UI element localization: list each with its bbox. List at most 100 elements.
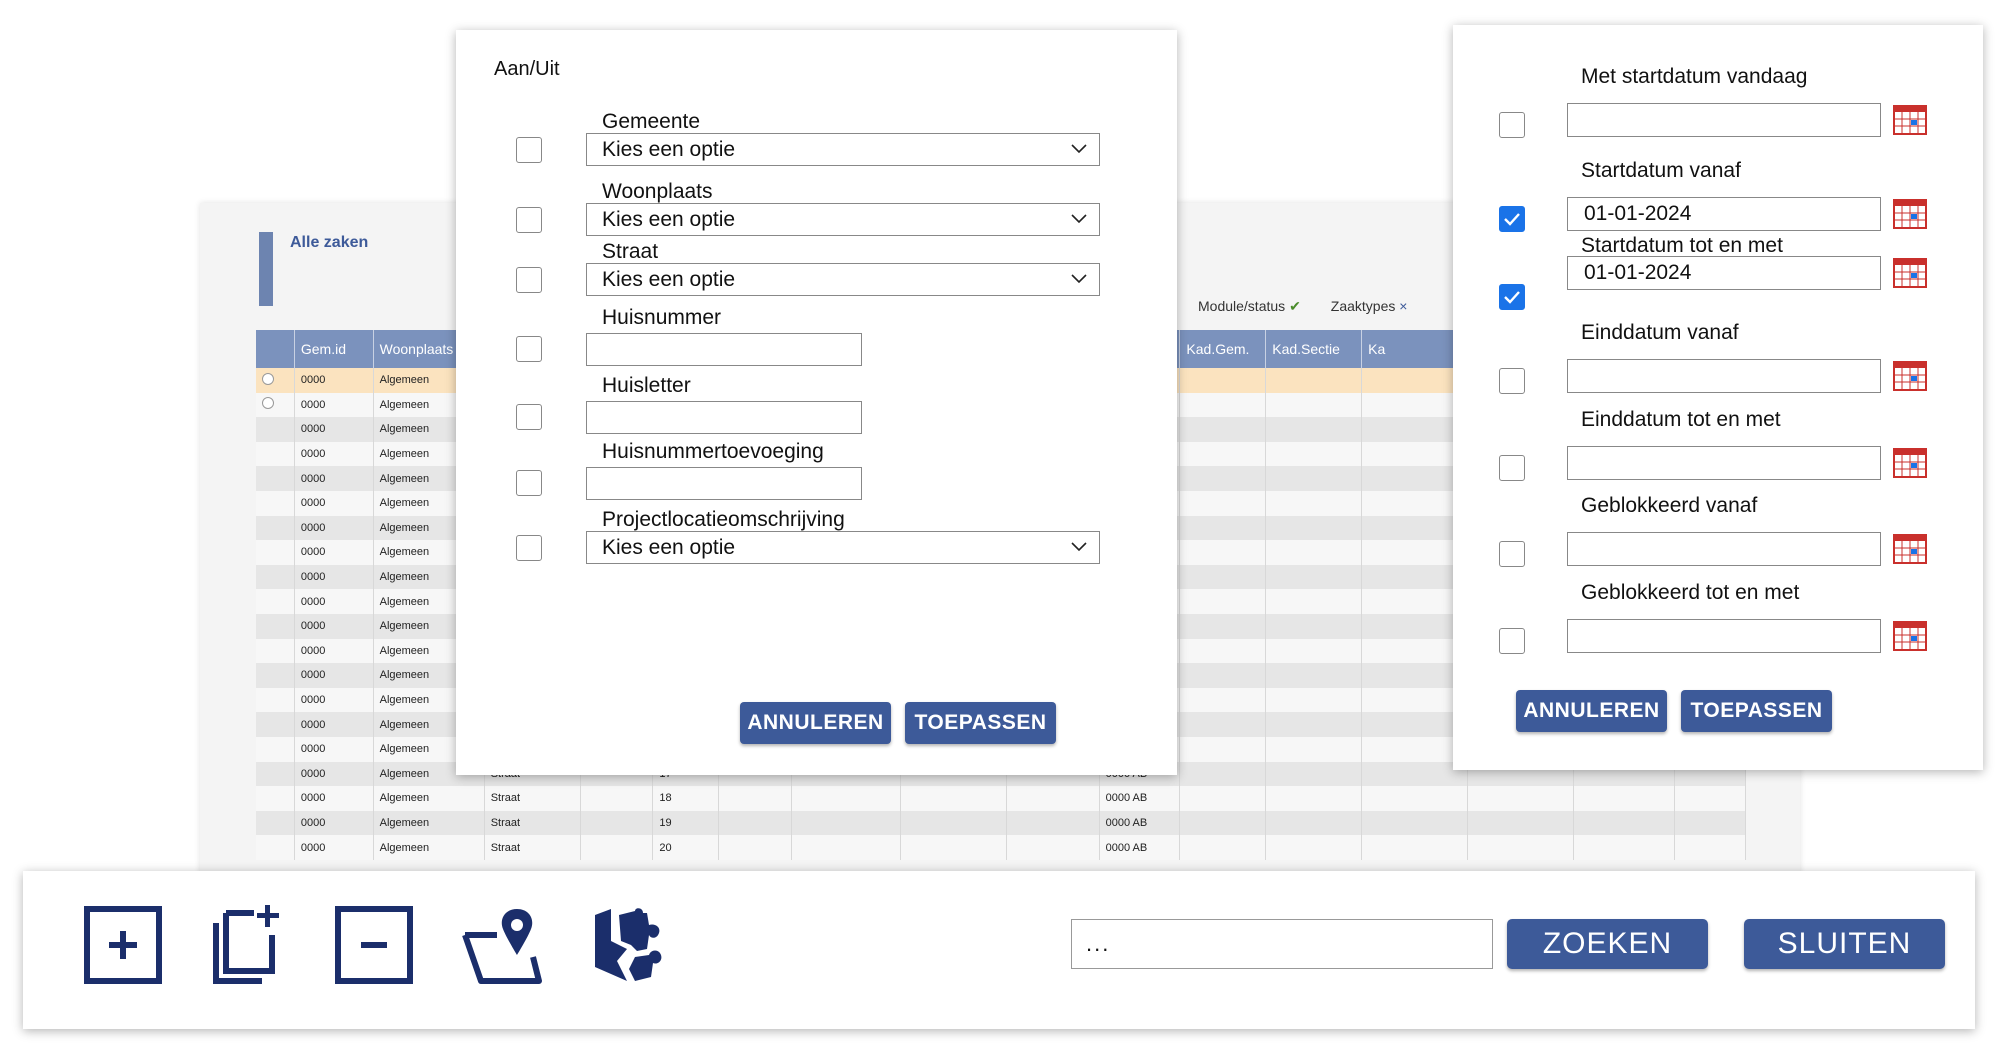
toggle-checkbox[interactable] <box>516 267 542 293</box>
table-cell <box>1361 564 1469 590</box>
toggle-checkbox[interactable] <box>516 470 542 496</box>
calendar-icon[interactable] <box>1893 621 1927 651</box>
cancel-button[interactable]: ANNULEREN <box>740 702 891 744</box>
option-select[interactable]: Kies een optie <box>586 203 1100 236</box>
text-input[interactable] <box>586 467 862 500</box>
option-select[interactable]: Kies een optie <box>586 531 1100 564</box>
calendar-icon[interactable] <box>1893 199 1927 229</box>
filter-zaaktypes[interactable]: Zaaktypes × <box>1331 298 1408 315</box>
table-cell <box>1361 515 1469 541</box>
toggle-checkbox[interactable] <box>1499 628 1525 654</box>
remove-box-icon[interactable] <box>334 905 414 985</box>
puzzle-map-icon[interactable] <box>591 905 671 985</box>
toggle-checkbox[interactable] <box>516 404 542 430</box>
toggle-checkbox[interactable] <box>516 207 542 233</box>
toggle-checkbox[interactable] <box>1499 206 1525 232</box>
column-header[interactable]: Kad.Gem. <box>1179 330 1267 368</box>
toggle-checkbox[interactable] <box>516 336 542 362</box>
table-cell: 20 <box>652 835 719 860</box>
map-location-icon[interactable] <box>461 905 542 985</box>
table-cell <box>1573 786 1676 811</box>
row-radio[interactable] <box>262 397 274 410</box>
table-cell <box>1361 712 1469 737</box>
filter-module-status[interactable]: Module/status ✔ <box>1198 298 1301 315</box>
date-input[interactable] <box>1567 446 1881 480</box>
table-cell <box>1573 810 1676 836</box>
calendar-icon[interactable] <box>1893 448 1927 478</box>
field-label: Met startdatum vandaag <box>1581 65 1808 88</box>
search-input[interactable]: ... <box>1071 919 1493 969</box>
text-input[interactable] <box>586 401 862 434</box>
toggle-checkbox[interactable] <box>1499 284 1525 310</box>
table-cell <box>1265 564 1363 590</box>
calendar-icon[interactable] <box>1893 105 1927 135</box>
toggle-checkbox[interactable] <box>1499 455 1525 481</box>
column-header[interactable]: Gem.id <box>294 330 374 368</box>
table-row[interactable]: 0000 Algemeen Straat 20 0000 AB <box>256 835 1746 860</box>
copy-add-icon[interactable] <box>210 905 290 985</box>
table-cell <box>1361 368 1469 393</box>
field-label: Huisletter <box>602 374 691 397</box>
table-cell: 0000 <box>294 515 374 541</box>
toggle-checkbox[interactable] <box>1499 368 1525 394</box>
table-cell <box>1361 417 1469 442</box>
table-cell <box>1361 736 1469 762</box>
row-radio[interactable] <box>262 372 274 385</box>
table-cell <box>1006 835 1100 860</box>
calendar-icon[interactable] <box>1893 258 1927 288</box>
table-cell <box>1573 835 1676 860</box>
table-cell <box>256 417 295 442</box>
toggle-checkbox[interactable] <box>1499 541 1525 567</box>
column-header[interactable]: Kad.Sectie <box>1265 330 1363 368</box>
column-header[interactable] <box>256 330 295 368</box>
option-select[interactable]: Kies een optie <box>586 263 1100 296</box>
table-cell <box>580 786 654 811</box>
date-input[interactable] <box>1567 359 1881 393</box>
text-input[interactable] <box>586 333 862 366</box>
table-cell: 0000 AB <box>1099 835 1181 860</box>
table-cell: 0000 <box>294 638 374 664</box>
table-cell <box>1467 835 1575 860</box>
calendar-icon[interactable] <box>1893 534 1927 564</box>
table-cell <box>1361 663 1469 688</box>
table-cell <box>791 786 901 811</box>
table-cell <box>1265 761 1363 787</box>
date-input[interactable]: 01-01-2024 <box>1567 197 1881 231</box>
cancel-button[interactable]: ANNULEREN <box>1516 690 1667 732</box>
search-button[interactable]: ZOEKEN <box>1507 919 1708 969</box>
toggle-checkbox[interactable] <box>516 535 542 561</box>
table-cell <box>256 613 295 639</box>
table-row[interactable]: 0000 Algemeen Straat 18 0000 AB <box>256 786 1746 811</box>
date-input[interactable]: 01-01-2024 <box>1567 256 1881 290</box>
field-label: Startdatum vanaf <box>1581 159 1741 182</box>
table-cell <box>1265 466 1363 491</box>
table-cell <box>1265 663 1363 688</box>
table-cell <box>1265 638 1363 664</box>
field-label: Projectlocatieomschrijving <box>602 508 845 531</box>
toggle-checkbox[interactable] <box>1499 112 1525 138</box>
add-box-icon[interactable] <box>83 905 163 985</box>
table-row[interactable]: 0000 Algemeen Straat 19 0000 AB <box>256 810 1746 836</box>
table-cell <box>580 810 654 836</box>
apply-button[interactable]: TOEPASSEN <box>905 702 1056 744</box>
table-cell: 0000 <box>294 564 374 590</box>
table-cell <box>718 835 792 860</box>
table-cell <box>1179 712 1267 737</box>
calendar-icon[interactable] <box>1893 361 1927 391</box>
toggle-checkbox[interactable] <box>516 137 542 163</box>
table-cell <box>256 786 295 811</box>
date-input[interactable] <box>1567 532 1881 566</box>
table-cell <box>1361 589 1469 614</box>
apply-button[interactable]: TOEPASSEN <box>1681 690 1832 732</box>
table-cell <box>1179 638 1267 664</box>
date-input[interactable] <box>1567 103 1881 137</box>
table-cell <box>1179 441 1267 467</box>
close-button[interactable]: SLUITEN <box>1744 919 1945 969</box>
table-cell <box>1179 515 1267 541</box>
date-input[interactable] <box>1567 619 1881 653</box>
option-select[interactable]: Kies een optie <box>586 133 1100 166</box>
table-cell <box>1265 712 1363 737</box>
table-cell: Straat <box>484 786 581 811</box>
field-label: Woonplaats <box>602 180 713 203</box>
column-header[interactable]: Ka <box>1361 330 1469 368</box>
